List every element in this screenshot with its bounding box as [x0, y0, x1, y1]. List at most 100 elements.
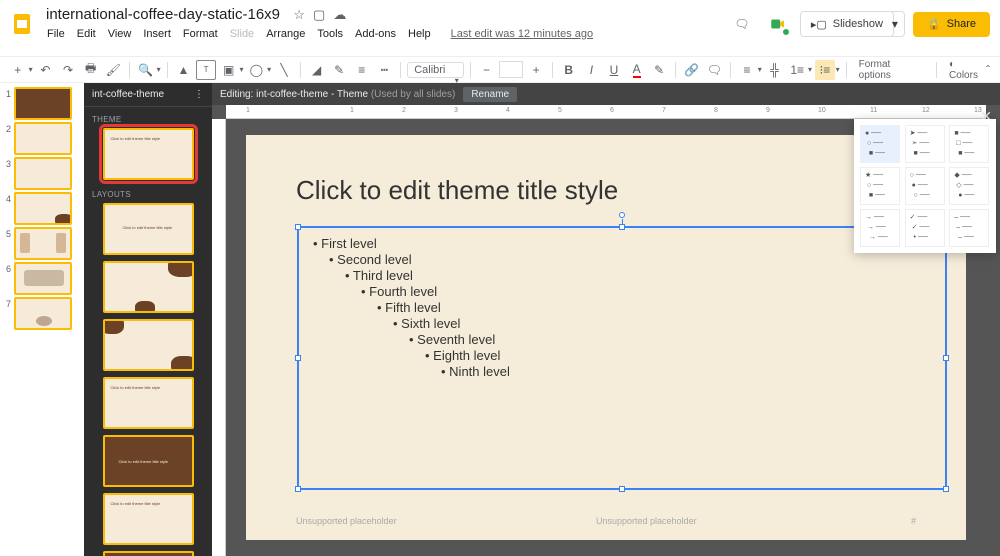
zoom-button[interactable]: 🔍 [136, 60, 156, 80]
colors-button[interactable]: ◐ Colors [943, 57, 992, 83]
theme-master-thumb[interactable]: Click to edit theme title style [103, 128, 194, 180]
text-color-button[interactable]: A [627, 60, 647, 80]
textbox-tool[interactable]: T [196, 60, 216, 80]
new-slide-button[interactable]: + [8, 60, 28, 80]
rename-button[interactable]: Rename [463, 87, 517, 102]
font-inc-button[interactable]: + [526, 60, 546, 80]
bullet-option[interactable]: ○ ── ● ── ○ ── [905, 167, 945, 205]
bullet-option[interactable]: – ── – ── – ── [949, 209, 989, 247]
slide-thumbnail[interactable] [14, 227, 72, 260]
resize-handle[interactable] [295, 224, 301, 230]
slide-stage[interactable]: Click to edit theme title style • First … [226, 119, 1000, 556]
slide-thumbnail[interactable] [14, 122, 72, 155]
link-button[interactable]: 🔗 [682, 60, 702, 80]
slide-thumbnail[interactable] [14, 87, 72, 120]
outline-level[interactable]: • Sixth level [313, 316, 931, 331]
slideshow-button[interactable]: ▸▢ Slideshow [800, 11, 894, 37]
layout-thumb[interactable] [103, 551, 194, 556]
resize-handle[interactable] [295, 486, 301, 492]
slides-logo-icon[interactable] [8, 10, 36, 38]
resize-handle[interactable] [943, 355, 949, 361]
document-title[interactable]: international-coffee-day-static-16x9 [42, 4, 284, 25]
menu-help[interactable]: Help [403, 25, 436, 43]
format-options-button[interactable]: Format options [853, 57, 930, 83]
menu-addons[interactable]: Add-ons [350, 25, 401, 43]
slideshow-dropdown[interactable]: ▾ [886, 11, 905, 37]
border-color-button[interactable]: ✎ [329, 60, 349, 80]
italic-button[interactable]: I [582, 60, 602, 80]
outline-level[interactable]: • Ninth level [313, 364, 931, 379]
theme-menu-icon[interactable]: ⋮ [194, 89, 204, 100]
layout-thumb[interactable] [103, 319, 194, 371]
horizontal-ruler[interactable]: 112345678910111213 [226, 105, 986, 119]
comment-button[interactable]: 🗨 [705, 60, 725, 80]
star-icon[interactable]: ☆ [293, 7, 305, 23]
font-dec-button[interactable]: − [477, 60, 497, 80]
resize-handle[interactable] [295, 355, 301, 361]
highlight-button[interactable]: ✎ [649, 60, 669, 80]
font-select[interactable]: Calibri [407, 62, 464, 78]
line-spacing-button[interactable]: ╬ [765, 60, 785, 80]
move-icon[interactable]: ▢ [313, 7, 325, 23]
slide-thumbnail[interactable] [14, 262, 72, 295]
menu-insert[interactable]: Insert [138, 25, 176, 43]
layout-thumb[interactable] [103, 261, 194, 313]
fill-color-button[interactable]: ◢ [307, 60, 327, 80]
bullet-option[interactable]: ➤ ── ➣ ── ■ ── [905, 125, 945, 163]
comments-icon[interactable]: 🗨 [728, 10, 756, 38]
layout-thumb[interactable]: Click to edit theme title style [103, 377, 194, 429]
title-placeholder[interactable]: Click to edit theme title style [296, 175, 618, 206]
align-button[interactable]: ≡ [737, 60, 757, 80]
shape-tool[interactable]: ◯ [247, 60, 267, 80]
outline-level[interactable]: • Second level [313, 252, 931, 267]
font-size-input[interactable] [499, 61, 523, 78]
layout-thumb[interactable]: Click to edit theme title style [103, 435, 194, 487]
print-button[interactable]: 🖶 [81, 60, 101, 80]
share-button[interactable]: 🔒 Share [913, 12, 990, 37]
bullet-option[interactable]: ✓ ── ✓ ── • ── [905, 209, 945, 247]
vertical-ruler[interactable] [212, 119, 226, 556]
collapse-toolbar-button[interactable]: ˆ [986, 63, 990, 77]
bullet-option[interactable]: → ── → ── → ── [860, 209, 900, 247]
redo-button[interactable]: ↷ [58, 60, 78, 80]
menu-format[interactable]: Format [178, 25, 223, 43]
menu-tools[interactable]: Tools [312, 25, 348, 43]
outline-level[interactable]: • Eighth level [313, 348, 931, 363]
menu-view[interactable]: View [103, 25, 137, 43]
outline-level[interactable]: • Seventh level [313, 332, 931, 347]
border-dash-button[interactable]: ┅ [375, 60, 395, 80]
outline-level[interactable]: • Third level [313, 268, 931, 283]
slide-thumbnail[interactable] [14, 297, 72, 330]
body-placeholder[interactable]: • First level• Second level• Third level… [298, 227, 946, 489]
rotate-handle[interactable] [619, 212, 625, 218]
meet-icon[interactable] [764, 10, 792, 38]
bullet-option[interactable]: ◆ ── ◇ ── ● ── [949, 167, 989, 205]
menu-slide[interactable]: Slide [225, 25, 259, 43]
cloud-icon[interactable]: ☁ [333, 7, 346, 23]
paint-format-button[interactable]: 🖌 [103, 60, 123, 80]
bullet-option[interactable]: ★ ── ○ ── ■ ── [860, 167, 900, 205]
bulleted-list-button[interactable]: ⁝≡ [815, 60, 835, 80]
resize-handle[interactable] [943, 486, 949, 492]
slide-thumbnail[interactable] [14, 192, 72, 225]
slide-thumbnail[interactable] [14, 157, 72, 190]
menu-arrange[interactable]: Arrange [261, 25, 310, 43]
resize-handle[interactable] [619, 224, 625, 230]
undo-button[interactable]: ↶ [36, 60, 56, 80]
layout-thumb[interactable]: Click to edit theme title style [103, 493, 194, 545]
outline-level[interactable]: • Fourth level [313, 284, 931, 299]
image-tool[interactable]: ▣ [219, 60, 239, 80]
underline-button[interactable]: U [604, 60, 624, 80]
line-tool[interactable]: ╲ [274, 60, 294, 80]
numbered-list-button[interactable]: 1≡ [787, 60, 807, 80]
bold-button[interactable]: B [559, 60, 579, 80]
menu-edit[interactable]: Edit [72, 25, 101, 43]
last-edit[interactable]: Last edit was 12 minutes ago [446, 25, 598, 43]
outline-level[interactable]: • First level [313, 236, 931, 251]
resize-handle[interactable] [619, 486, 625, 492]
layout-thumb[interactable]: Click to edit theme title style [103, 203, 194, 255]
select-tool[interactable]: ▲ [174, 60, 194, 80]
bullet-option[interactable]: ● ── ○ ── ■ ── [860, 125, 900, 163]
border-weight-button[interactable]: ≡ [352, 60, 372, 80]
menu-file[interactable]: File [42, 25, 70, 43]
